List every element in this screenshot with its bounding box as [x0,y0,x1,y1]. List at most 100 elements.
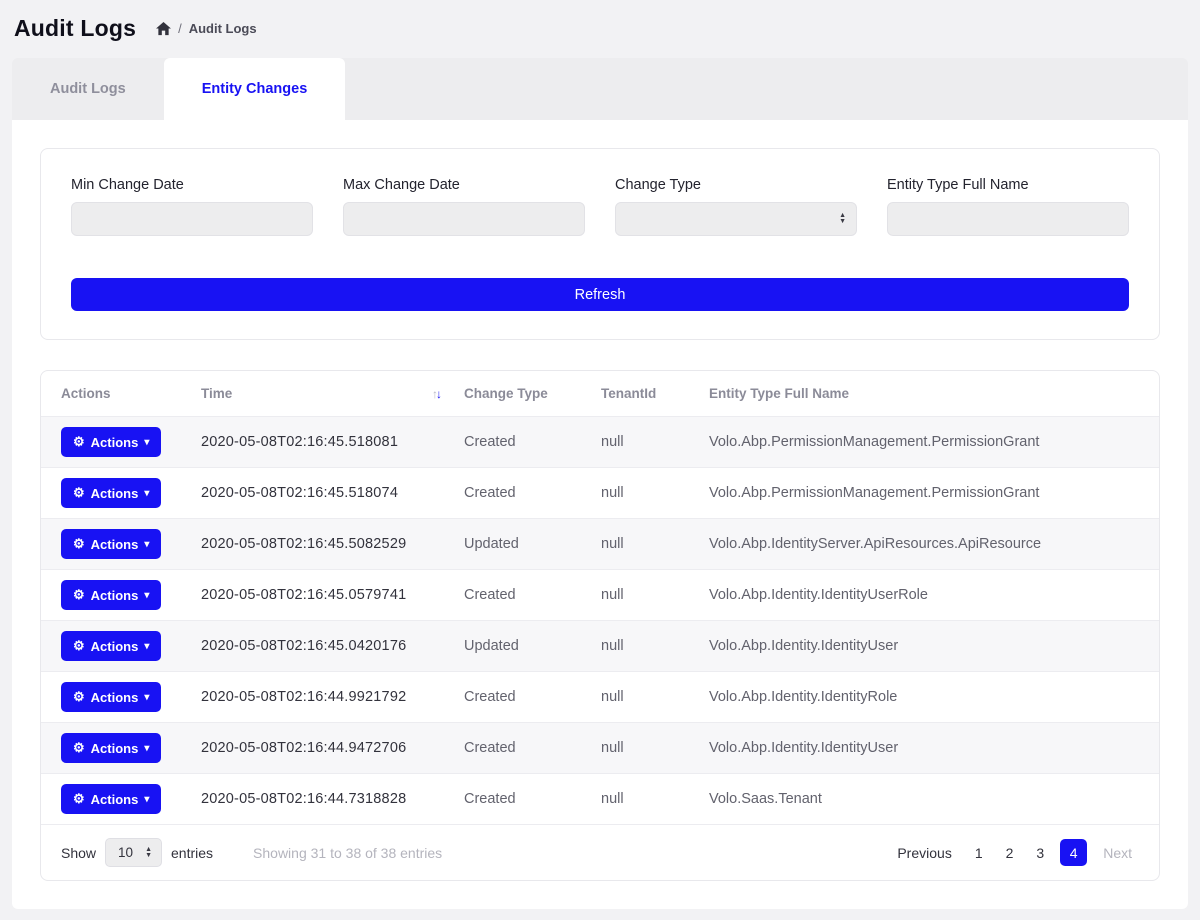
cell-time: 2020-05-08T02:16:44.9472706 [191,723,454,774]
change-type-select[interactable]: ▲▼ [615,202,857,236]
table-row: ⚙Actions▾ 2020-05-08T02:16:44.7318828 Cr… [41,774,1159,825]
change-type-label: Change Type [615,177,857,193]
row-actions-button[interactable]: ⚙Actions▾ [61,427,161,457]
entity-changes-table: Actions Time ↑↓ Change Type TenantId Ent… [41,371,1159,825]
tab-entity-changes[interactable]: Entity Changes [164,58,346,120]
entity-type-full-name-input[interactable] [887,202,1129,236]
cell-change-type: Created [454,672,591,723]
cell-tenant-id: null [591,774,699,825]
filter-entity-type-full-name: Entity Type Full Name [887,177,1129,236]
filter-min-change-date: Min Change Date [71,177,313,236]
cell-change-type: Created [454,417,591,468]
table-row: ⚙Actions▾ 2020-05-08T02:16:44.9472706 Cr… [41,723,1159,774]
caret-down-icon: ▾ [144,488,149,499]
caret-down-icon: ▾ [144,437,149,448]
cell-tenant-id: null [591,621,699,672]
cell-tenant-id: null [591,417,699,468]
filter-change-type: Change Type ▲▼ [615,177,857,236]
cell-change-type: Created [454,468,591,519]
breadcrumb-separator: / [178,21,182,36]
min-change-date-input[interactable] [71,202,313,236]
entity-type-full-name-label: Entity Type Full Name [887,177,1129,193]
entries-label: entries [171,845,213,861]
row-actions-button[interactable]: ⚙Actions▾ [61,733,161,763]
gear-icon: ⚙ [73,638,85,654]
cell-change-type: Created [454,774,591,825]
filter-grid: Min Change Date Max Change Date Change T… [71,177,1129,236]
col-header-entity-type: Entity Type Full Name [699,371,1159,417]
gear-icon: ⚙ [73,587,85,603]
page-size-value: 10 [118,845,133,860]
cell-tenant-id: null [591,468,699,519]
gear-icon: ⚙ [73,791,85,807]
table-header-row: Actions Time ↑↓ Change Type TenantId Ent… [41,371,1159,417]
table-footer: Show 10 ▲▼ entries Showing 31 to 38 of 3… [41,825,1159,880]
filter-card: Min Change Date Max Change Date Change T… [40,148,1160,340]
pagination-page-4[interactable]: 4 [1060,839,1087,866]
row-actions-button[interactable]: ⚙Actions▾ [61,682,161,712]
cell-time: 2020-05-08T02:16:45.0579741 [191,570,454,621]
caret-down-icon: ▾ [144,539,149,550]
table-row: ⚙Actions▾ 2020-05-08T02:16:45.0579741 Cr… [41,570,1159,621]
row-actions-button[interactable]: ⚙Actions▾ [61,580,161,610]
gear-icon: ⚙ [73,434,85,450]
row-actions-button[interactable]: ⚙Actions▾ [61,478,161,508]
cell-entity-type: Volo.Saas.Tenant [699,774,1159,825]
col-header-time[interactable]: Time ↑↓ [191,371,454,417]
cell-time: 2020-05-08T02:16:44.7318828 [191,774,454,825]
gear-icon: ⚙ [73,536,85,552]
pagination-page-2[interactable]: 2 [999,842,1021,864]
cell-time: 2020-05-08T02:16:45.518074 [191,468,454,519]
tab-audit-logs[interactable]: Audit Logs [12,58,164,120]
col-header-change-type: Change Type [454,371,591,417]
max-change-date-input[interactable] [343,202,585,236]
page-header: Audit Logs / Audit Logs [0,0,1200,50]
page-size-select[interactable]: 10 ▲▼ [105,838,162,867]
cell-entity-type: Volo.Abp.Identity.IdentityUserRole [699,570,1159,621]
home-icon[interactable] [156,22,171,36]
pagination-page-1[interactable]: 1 [968,842,990,864]
cell-change-type: Updated [454,621,591,672]
cell-tenant-id: null [591,519,699,570]
gear-icon: ⚙ [73,485,85,501]
cell-change-type: Created [454,570,591,621]
cell-change-type: Created [454,723,591,774]
caret-down-icon: ▾ [144,794,149,805]
refresh-button[interactable]: Refresh [71,278,1129,311]
row-actions-button[interactable]: ⚙Actions▾ [61,631,161,661]
select-arrows-icon: ▲▼ [145,847,152,859]
tab-bar: Audit Logs Entity Changes [12,58,1188,120]
cell-time: 2020-05-08T02:16:45.5082529 [191,519,454,570]
row-actions-button[interactable]: ⚙Actions▾ [61,529,161,559]
cell-entity-type: Volo.Abp.Identity.IdentityUser [699,621,1159,672]
cell-tenant-id: null [591,672,699,723]
cell-entity-type: Volo.Abp.IdentityServer.ApiResources.Api… [699,519,1159,570]
showing-entries-text: Showing 31 to 38 of 38 entries [253,845,442,861]
cell-tenant-id: null [591,570,699,621]
cell-time: 2020-05-08T02:16:45.518081 [191,417,454,468]
col-header-tenant-id: TenantId [591,371,699,417]
pagination-previous[interactable]: Previous [890,842,958,864]
content-panel: Min Change Date Max Change Date Change T… [12,120,1188,909]
pagination-next[interactable]: Next [1096,842,1139,864]
show-label: Show [61,845,96,861]
min-change-date-label: Min Change Date [71,177,313,193]
caret-down-icon: ▾ [144,692,149,703]
cell-tenant-id: null [591,723,699,774]
breadcrumb: / Audit Logs [156,21,257,36]
cell-time: 2020-05-08T02:16:44.9921792 [191,672,454,723]
caret-down-icon: ▾ [144,743,149,754]
cell-entity-type: Volo.Abp.Identity.IdentityRole [699,672,1159,723]
row-actions-button[interactable]: ⚙Actions▾ [61,784,161,814]
table-row: ⚙Actions▾ 2020-05-08T02:16:45.518074 Cre… [41,468,1159,519]
max-change-date-label: Max Change Date [343,177,585,193]
page-size-group: Show 10 ▲▼ entries [61,838,213,867]
caret-down-icon: ▾ [144,590,149,601]
gear-icon: ⚙ [73,740,85,756]
col-header-actions: Actions [41,371,191,417]
gear-icon: ⚙ [73,689,85,705]
pagination: Previous 1 2 3 4 Next [890,839,1139,866]
sort-icon[interactable]: ↑↓ [432,387,440,401]
pagination-page-3[interactable]: 3 [1029,842,1051,864]
filter-max-change-date: Max Change Date [343,177,585,236]
